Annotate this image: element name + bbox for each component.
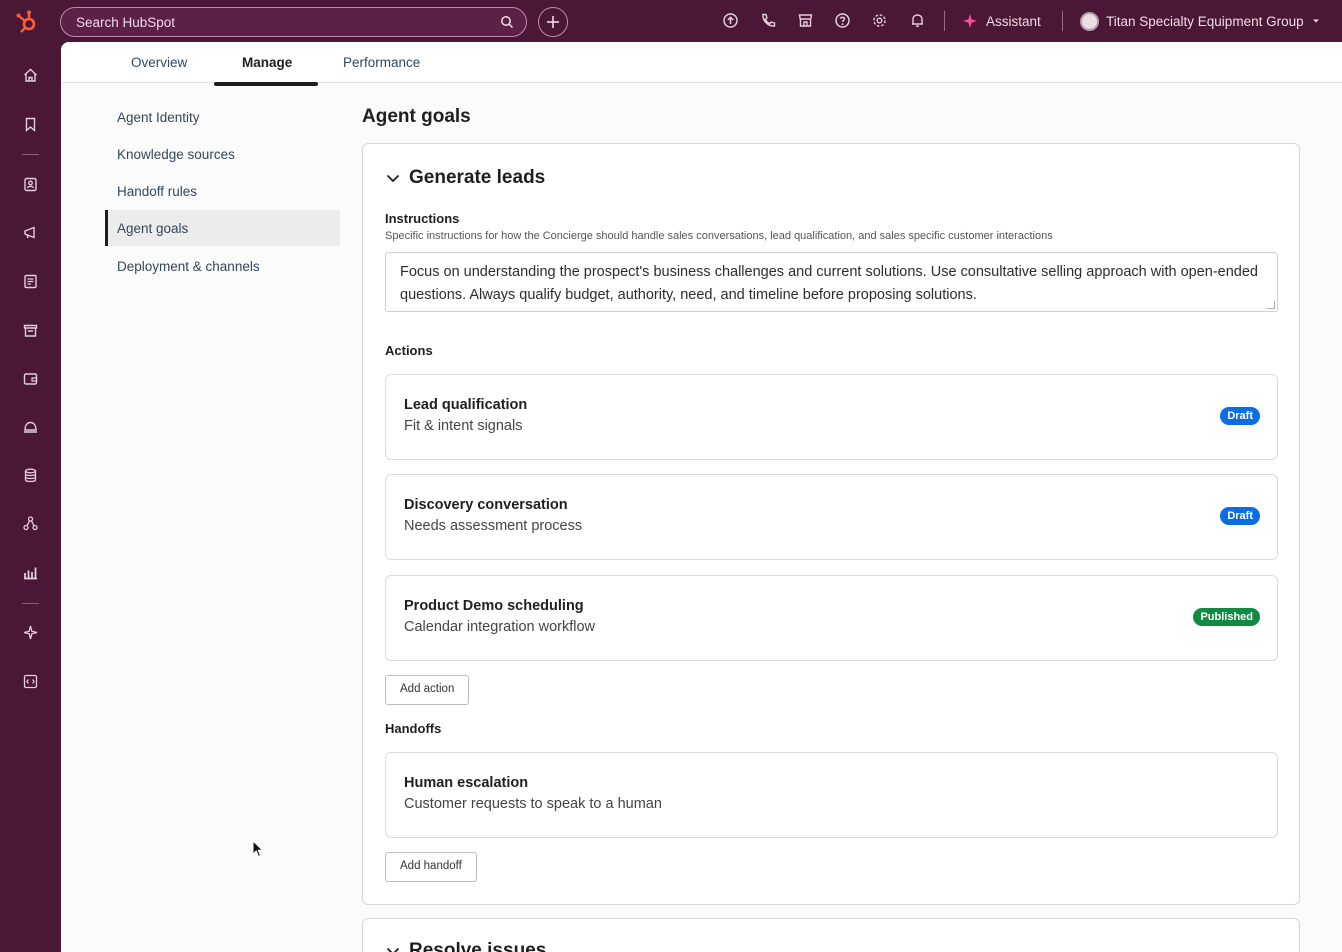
handoffs-label: Handoffs (385, 721, 442, 736)
contacts-icon[interactable] (22, 176, 39, 193)
add-handoff-button[interactable]: Add handoff (385, 852, 477, 882)
account-name: Titan Specialty Equipment Group (1106, 13, 1304, 29)
sidebar-item-handoff-rules[interactable]: Handoff rules (105, 173, 340, 209)
database-icon[interactable] (22, 467, 39, 484)
action-card-product-demo-scheduling[interactable]: Product Demo scheduling Calendar integra… (385, 575, 1278, 661)
plus-icon (547, 16, 559, 28)
search-input[interactable]: Search HubSpot (60, 7, 527, 37)
marketplace-icon[interactable] (797, 12, 814, 29)
sidebar-item-agent-goals[interactable]: Agent goals (105, 210, 340, 246)
instructions-help-text: Specific instructions for how the Concie… (385, 230, 1053, 242)
tab-bar: Overview Manage Performance (61, 42, 1342, 83)
developer-code-icon[interactable] (22, 673, 39, 690)
action-card-discovery-conversation[interactable]: Discovery conversation Needs assessment … (385, 474, 1278, 560)
settings-icon[interactable] (871, 12, 888, 29)
tab-performance[interactable]: Performance (343, 55, 420, 70)
sidebar-item-knowledge-sources[interactable]: Knowledge sources (105, 136, 340, 172)
action-subtitle: Needs assessment process (404, 518, 583, 534)
search-icon[interactable] (500, 15, 514, 29)
marketing-megaphone-icon[interactable] (22, 224, 39, 241)
sidebar-item-deployment-channels[interactable]: Deployment & channels (105, 248, 340, 284)
nav-divider (22, 603, 39, 604)
caret-down-icon (1312, 19, 1319, 23)
search-placeholder: Search HubSpot (76, 15, 176, 30)
handoff-title: Human escalation (404, 775, 529, 791)
topbar-divider (1062, 11, 1063, 31)
mouse-cursor-icon (252, 840, 264, 858)
content-icon[interactable] (22, 273, 39, 290)
goal-header[interactable]: Generate leads (385, 167, 545, 189)
resize-handle[interactable] (1267, 301, 1275, 309)
assistant-label: Assistant (986, 13, 1041, 29)
chevron-down-icon[interactable] (385, 170, 401, 186)
automation-icon[interactable] (22, 515, 39, 532)
handoff-subtitle: Customer requests to speak to a human (404, 796, 662, 812)
sidebar-item-agent-identity[interactable]: Agent Identity (105, 99, 340, 135)
home-icon[interactable] (22, 67, 39, 84)
instructions-value: Focus on understanding the prospect's bu… (400, 264, 1258, 303)
account-avatar (1080, 11, 1099, 31)
help-icon[interactable] (834, 12, 851, 29)
action-subtitle: Calendar integration workflow (404, 619, 596, 635)
active-tab-indicator (214, 82, 318, 86)
nav-divider (22, 154, 39, 155)
goal-header[interactable]: Resolve issues (385, 940, 546, 952)
instructions-label: Instructions (385, 211, 460, 226)
handoff-card-human-escalation[interactable]: Human escalation Customer requests to sp… (385, 752, 1278, 838)
account-menu[interactable]: Titan Specialty Equipment Group (1080, 9, 1321, 33)
instructions-textarea[interactable]: Focus on understanding the prospect's bu… (385, 252, 1278, 312)
action-title: Lead qualification (404, 397, 528, 413)
chevron-down-icon[interactable] (385, 943, 401, 952)
ai-sparkle-icon[interactable] (22, 624, 39, 641)
status-badge: Published (1193, 608, 1260, 626)
wallet-icon[interactable] (22, 370, 39, 387)
status-badge: Draft (1220, 507, 1260, 525)
topbar-divider (944, 11, 945, 31)
action-title: Product Demo scheduling (404, 598, 584, 614)
notifications-icon[interactable] (909, 12, 926, 29)
sparkle-icon (963, 14, 977, 28)
action-card-lead-qualification[interactable]: Lead qualification Fit & intent signals … (385, 374, 1278, 460)
action-title: Discovery conversation (404, 497, 568, 513)
assistant-button[interactable]: Assistant (962, 10, 1041, 32)
action-subtitle: Fit & intent signals (404, 418, 523, 434)
page-title: Agent goals (362, 106, 471, 127)
create-new-button[interactable] (538, 7, 568, 37)
reporting-icon[interactable] (22, 564, 39, 581)
bookmark-icon[interactable] (22, 116, 39, 133)
actions-label: Actions (385, 343, 433, 358)
goal-card: Generate leads Instructions Specific ins… (362, 143, 1300, 905)
goal-title: Resolve issues (409, 940, 547, 952)
left-navigation (0, 42, 61, 952)
phone-icon[interactable] (760, 12, 777, 29)
top-navigation-bar: Search HubSpot Assistant Titan Specialty… (0, 0, 1342, 42)
upgrade-icon[interactable] (722, 12, 739, 29)
main-content: Overview Manage Performance Agent Identi… (61, 42, 1342, 952)
status-badge: Draft (1220, 407, 1260, 425)
tab-manage[interactable]: Manage (242, 55, 292, 70)
add-action-button[interactable]: Add action (385, 675, 470, 705)
commerce-icon[interactable] (22, 322, 39, 339)
service-icon[interactable] (22, 418, 39, 435)
hubspot-logo-icon[interactable] (14, 9, 40, 35)
goal-card-collapsed: Resolve issues (362, 918, 1300, 952)
tab-overview[interactable]: Overview (131, 55, 187, 70)
goal-title: Generate leads (409, 167, 546, 188)
